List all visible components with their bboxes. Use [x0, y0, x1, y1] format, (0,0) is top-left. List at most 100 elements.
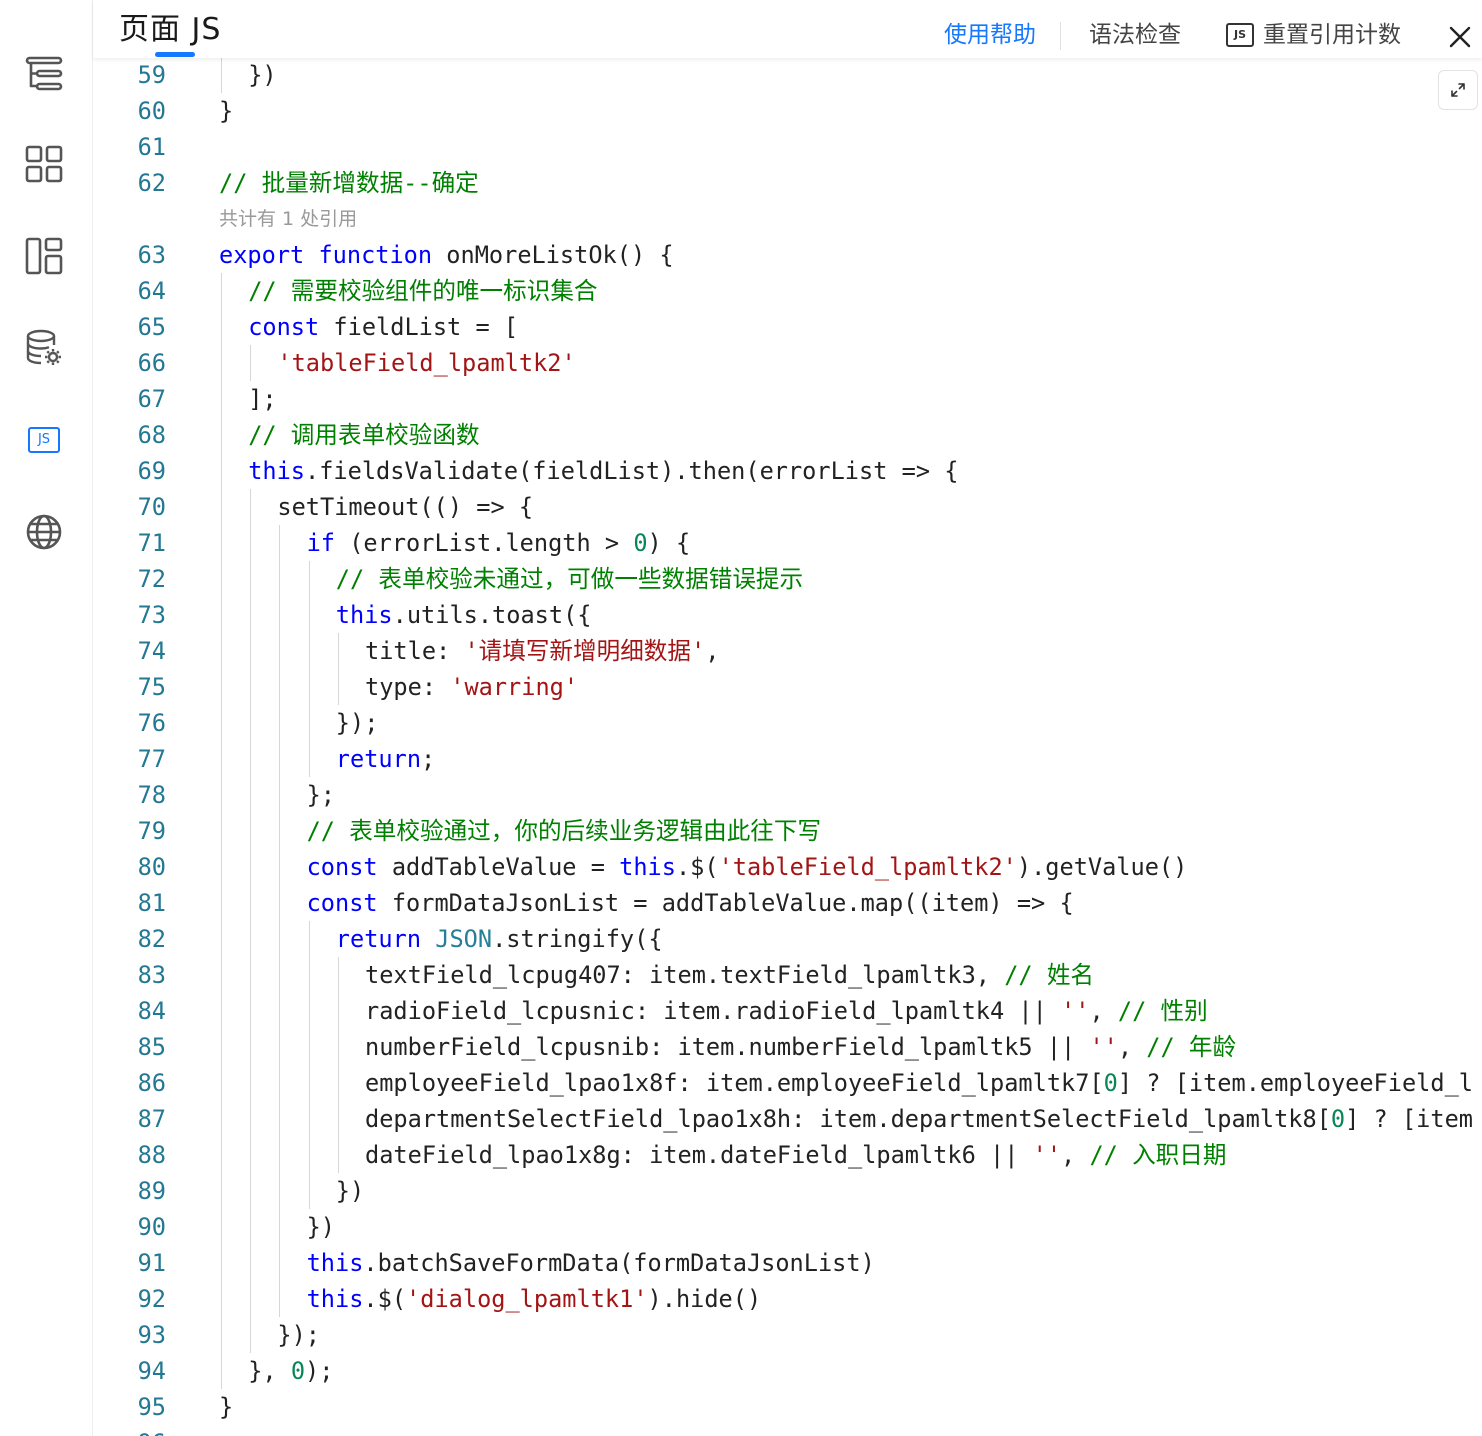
code-token: // 批量新增数据--确定	[219, 169, 479, 197]
indent-guide	[221, 741, 222, 777]
code-line: 61	[93, 129, 1482, 165]
indent-guide	[250, 561, 252, 597]
code-token: dateField_lpao1x8g: item.dateField_lpaml…	[365, 1141, 1033, 1169]
sidebar-item-components[interactable]	[22, 142, 66, 186]
indent-guide	[221, 309, 222, 345]
indent-guide	[308, 669, 310, 705]
code-line: 79 // 表单校验通过，你的后续业务逻辑由此往下写	[93, 813, 1482, 849]
code-token: ''	[1032, 1141, 1062, 1169]
code-text: // 表单校验通过，你的后续业务逻辑由此往下写	[307, 813, 822, 849]
codelens-reference-count[interactable]: 共计有 1 处引用	[219, 201, 357, 237]
close-button[interactable]	[1445, 22, 1475, 52]
indent-guide	[221, 993, 222, 1029]
code-text: dateField_lpao1x8g: item.dateField_lpaml…	[365, 1137, 1226, 1173]
line-number: 72	[137, 565, 166, 593]
syntax-check-button[interactable]: 语法检查	[1089, 18, 1181, 52]
code-token: ).hide()	[647, 1285, 762, 1313]
code-line: 69 this.fieldsValidate(fieldList).then(er…	[93, 453, 1482, 489]
sidebar-item-data-source[interactable]	[22, 326, 66, 370]
indent-guide	[308, 741, 310, 777]
indent-guide	[279, 705, 281, 741]
code-line: 94}, 0);	[93, 1353, 1482, 1389]
code-text: this.utils.toast({	[336, 597, 592, 633]
indent-guide	[221, 633, 222, 669]
layout-template-icon	[25, 237, 63, 275]
code-editor[interactable]: 59}) 60} 61 62// 批量新增数据--确定 共计有 1 处引用 63 expor…	[93, 58, 1482, 1436]
js-code-icon: JS	[28, 427, 60, 453]
sidebar-item-i18n[interactable]	[22, 510, 66, 554]
indent-guide	[250, 1245, 252, 1281]
indent-guide	[308, 1065, 310, 1101]
code-token: ) {	[647, 529, 691, 557]
indent-guide	[279, 849, 281, 885]
indent-guide	[250, 1101, 252, 1137]
code-line: 67];	[93, 381, 1482, 417]
code-line: 59})	[93, 58, 1482, 93]
code-token: // 表单校验通过，你的后续业务逻辑由此往下写	[306, 817, 822, 845]
fullscreen-button[interactable]	[1438, 70, 1478, 110]
code-text: return JSON.stringify({	[336, 921, 663, 957]
code-line: 74 title: '请填写新增明细数据',	[93, 633, 1482, 669]
indent-guide	[337, 1029, 339, 1065]
indent-guide	[221, 921, 222, 957]
line-number: 74	[137, 637, 166, 665]
reset-reference-count-button[interactable]: JS 重置引用计数	[1226, 18, 1401, 52]
code-token: fieldList = [	[319, 313, 519, 341]
indent-guide	[279, 921, 281, 957]
code-token: this	[335, 601, 393, 629]
indent-guide	[221, 58, 222, 93]
code-token: departmentSelectField_lpao1x8h: item.dep…	[365, 1105, 1331, 1133]
code-token: ;	[421, 745, 436, 773]
indent-guide	[250, 993, 252, 1029]
indent-guide	[250, 597, 252, 633]
code-line: 80 const addTableValue = this.$('tableFie…	[93, 849, 1482, 885]
code-line: 82 return JSON.stringify({	[93, 921, 1482, 957]
code-line: 65 const fieldList = [	[93, 309, 1482, 345]
indent-guide	[250, 1209, 252, 1245]
indent-guide	[279, 1281, 281, 1317]
code-token: employeeField_lpao1x8f: item.employeeFie…	[365, 1069, 1104, 1097]
indent-guide	[221, 489, 222, 525]
line-number: 89	[137, 1177, 166, 1205]
sidebar-item-outline[interactable]	[22, 52, 66, 96]
code-token: });	[335, 709, 379, 737]
indent-guide	[250, 957, 252, 993]
code-line: 96	[93, 1425, 1482, 1436]
line-number: 82	[137, 925, 166, 953]
code-line: 68 // 调用表单校验函数	[93, 417, 1482, 453]
indent-guide	[221, 1065, 222, 1101]
code-text: })	[336, 1173, 364, 1209]
indent-guide	[279, 597, 281, 633]
expand-icon	[1451, 83, 1465, 97]
indent-guide	[221, 345, 222, 381]
code-line: 78};	[93, 777, 1482, 813]
code-line: 76});	[93, 705, 1482, 741]
indent-guide	[279, 561, 281, 597]
line-number: 75	[137, 673, 166, 701]
indent-guide	[221, 417, 222, 453]
indent-guide	[221, 1173, 222, 1209]
line-number: 78	[137, 781, 166, 809]
indent-guide	[337, 993, 339, 1029]
left-sidebar: JS	[0, 0, 93, 1436]
code-token: setTimeout(() => {	[277, 493, 534, 521]
code-line: 64 // 需要校验组件的唯一标识集合	[93, 273, 1482, 309]
indent-guide	[337, 633, 339, 669]
code-token: 'tableField_lpamltk2'	[718, 853, 1017, 881]
help-link[interactable]: 使用帮助	[944, 18, 1036, 52]
code-line: 73 this.utils.toast({	[93, 597, 1482, 633]
line-number: 60	[137, 97, 166, 125]
code-token: ''	[1061, 997, 1090, 1025]
code-token: 0	[290, 1357, 306, 1385]
sidebar-item-layout[interactable]	[22, 234, 66, 278]
indent-guide	[221, 849, 222, 885]
code-line: 84 radioField_lcpusnic: item.radioField_l…	[93, 993, 1482, 1029]
code-line: 75 type: 'warring'	[93, 669, 1482, 705]
code-token: ] ? [item	[1345, 1105, 1473, 1133]
indent-guide	[221, 525, 222, 561]
indent-guide	[279, 777, 281, 813]
indent-guide	[337, 1101, 339, 1137]
sidebar-item-js[interactable]: JS	[22, 418, 66, 462]
code-token: })	[306, 1213, 336, 1241]
